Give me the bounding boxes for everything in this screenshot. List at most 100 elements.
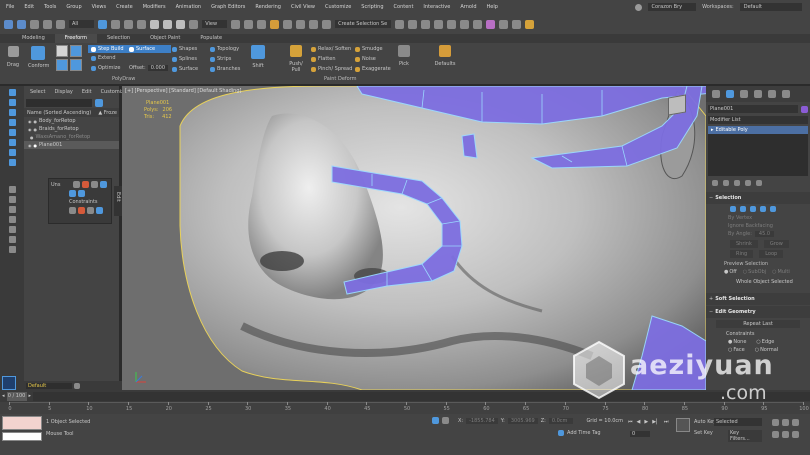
ribbon-tool-button[interactable]: Branches	[208, 65, 242, 75]
scene-filter-icon[interactable]	[8, 226, 16, 233]
menu-item[interactable]: Interactive	[423, 4, 450, 10]
subobj-radio-icon[interactable]: ○	[743, 269, 747, 275]
ignore-backfacing-checkbox[interactable]: Ignore Backfacing	[706, 222, 810, 230]
uv-tool-icon-3[interactable]	[91, 181, 98, 188]
go-to-start-icon[interactable]: ⏮	[628, 419, 633, 425]
placement-icon[interactable]	[189, 19, 199, 29]
align-icon[interactable]	[408, 19, 418, 29]
ribbon-panel-label-right[interactable]: Paint Deform	[324, 76, 357, 82]
unlink-icon[interactable]	[43, 19, 52, 29]
scene-header-freeze[interactable]: ▲ Froze	[98, 110, 119, 116]
layer-dropdown[interactable]: Default	[26, 382, 73, 389]
viewport-label[interactable]: [+] [Perspective] [Standard] [Default Sh…	[125, 88, 241, 94]
scene-header-name[interactable]: Name (Sorted Ascending)	[27, 110, 91, 116]
scene-filter-icon[interactable]	[8, 129, 16, 136]
utilities-panel-icon[interactable]	[782, 90, 790, 98]
uv-tool-icon-5[interactable]	[69, 190, 76, 197]
pivot-icon[interactable]	[231, 19, 241, 29]
ribbon-tab[interactable]: Object Paint	[140, 34, 190, 43]
menu-item[interactable]: Create	[116, 4, 133, 10]
maxscript-listener[interactable]	[2, 416, 42, 430]
zoom-extents-icon[interactable]	[792, 419, 799, 426]
link-icon[interactable]	[30, 19, 39, 29]
configure-sets-icon[interactable]	[756, 180, 762, 186]
angle-snap-icon[interactable]	[283, 19, 293, 29]
edge-mode-icon[interactable]	[740, 206, 746, 212]
mirror-icon[interactable]	[395, 19, 405, 29]
select-object-icon[interactable]	[98, 19, 108, 29]
menu-item[interactable]: Arnold	[460, 4, 476, 10]
scene-explorer-tab[interactable]: Select	[30, 89, 45, 95]
vertex-mode-icon[interactable]	[730, 206, 736, 212]
conform-tool[interactable]: Conform	[28, 46, 49, 69]
ribbon-tab[interactable]: Modeling	[12, 34, 55, 43]
scene-filter-icon[interactable]	[8, 89, 16, 96]
ribbon-tool-button[interactable]: Flatten	[309, 55, 354, 65]
next-frame-icon[interactable]: ▶▏	[652, 419, 660, 425]
scene-filter-icon[interactable]	[8, 196, 16, 203]
ribbon-tool-button[interactable]: Shapes	[170, 45, 200, 55]
scene-filter-icon[interactable]	[8, 119, 16, 126]
play-icon[interactable]: ▶	[644, 419, 648, 425]
workspace-dropdown[interactable]: Default	[739, 3, 802, 11]
keyboard-shortcut-icon[interactable]	[257, 19, 267, 29]
selection-filter-dropdown[interactable]: All	[69, 20, 95, 28]
scene-list-item[interactable]: ◉ ● Braids_forRetop	[24, 125, 119, 133]
scene-filter-icon[interactable]	[8, 246, 16, 253]
menu-item[interactable]: File	[6, 4, 14, 10]
stack-item-editable-poly[interactable]: ▸ Editable Poly	[708, 126, 808, 134]
scene-filter-icon[interactable]	[8, 216, 16, 223]
menu-item[interactable]: Tools	[44, 4, 56, 10]
curve-editor-icon[interactable]	[460, 19, 470, 29]
display-panel-icon[interactable]	[768, 90, 776, 98]
ribbon-tab[interactable]: Freeform	[54, 34, 98, 43]
ribbon-toggle-icon[interactable]	[447, 19, 457, 29]
offset-value[interactable]: 0.000	[147, 65, 169, 71]
scene-explorer-tab[interactable]: Display	[54, 89, 72, 95]
funnel-filter-icon[interactable]	[95, 99, 103, 107]
constraint-icon-4[interactable]	[96, 207, 103, 214]
y-coord-field[interactable]: 3005.969	[507, 417, 538, 424]
rotate-icon[interactable]	[163, 19, 173, 29]
modifier-list-dropdown[interactable]: Modifier List	[708, 116, 808, 124]
scene-filter-icon[interactable]	[8, 186, 16, 193]
set-key-button[interactable]: Set Key	[694, 430, 713, 436]
hierarchy-panel-icon[interactable]	[740, 90, 748, 98]
side-edit-tab[interactable]: Edit	[114, 186, 122, 216]
drag-tool[interactable]: Drag	[6, 46, 20, 68]
viewcube[interactable]	[662, 90, 692, 120]
ribbon-panel-label-left[interactable]: PolyDraw	[112, 76, 135, 82]
show-end-result-icon[interactable]	[723, 180, 729, 186]
ribbon-tool-button[interactable]: Surface	[170, 65, 200, 75]
uv-tool-icon-2[interactable]	[82, 181, 89, 188]
select-by-name-icon[interactable]	[111, 19, 121, 29]
prev-frame-icon[interactable]: ◀	[637, 419, 641, 425]
orbit-icon[interactable]	[792, 431, 799, 438]
ring-button[interactable]: Ring	[730, 250, 754, 258]
select-manipulate-icon[interactable]	[244, 19, 254, 29]
expand-arrow-icon[interactable]: ▸	[711, 127, 714, 133]
snap-3d-icon[interactable]	[270, 19, 280, 29]
ribbon-tool-button[interactable]: Splines	[170, 55, 200, 65]
by-vertex-checkbox[interactable]: By Vertex	[706, 214, 810, 222]
soft-selection-rollout-header[interactable]: + Soft Selection	[706, 293, 810, 305]
constraint-icon-1[interactable]	[69, 207, 76, 214]
scene-list-item[interactable]: ◉ ● Plane001	[24, 141, 119, 149]
menu-item[interactable]: Animation	[176, 4, 202, 10]
scene-search-input[interactable]	[26, 99, 92, 107]
uv-tool-icon-6[interactable]	[78, 190, 85, 197]
edit-geometry-rollout-header[interactable]: − Edit Geometry	[706, 306, 810, 318]
menu-item[interactable]: Scripting	[361, 4, 383, 10]
optimize-button[interactable]: Optimize	[88, 63, 127, 73]
ribbon-tab[interactable]: Populate	[190, 34, 232, 43]
constraint-icon-2[interactable]	[78, 207, 85, 214]
scene-list-item[interactable]: ◉ ● Body_forRetop	[24, 117, 119, 125]
go-to-end-icon[interactable]: ⏭	[664, 419, 669, 425]
schematic-view-icon[interactable]	[473, 19, 483, 29]
scene-filter-icon[interactable]	[8, 206, 16, 213]
edit-named-sets-icon[interactable]	[322, 19, 332, 29]
scene-filter-icon[interactable]	[8, 109, 16, 116]
polygon-mode-icon[interactable]	[760, 206, 766, 212]
eye-visibility-icon[interactable]: ◉	[28, 127, 32, 132]
ribbon-tool-button[interactable]: Topology	[208, 45, 242, 55]
